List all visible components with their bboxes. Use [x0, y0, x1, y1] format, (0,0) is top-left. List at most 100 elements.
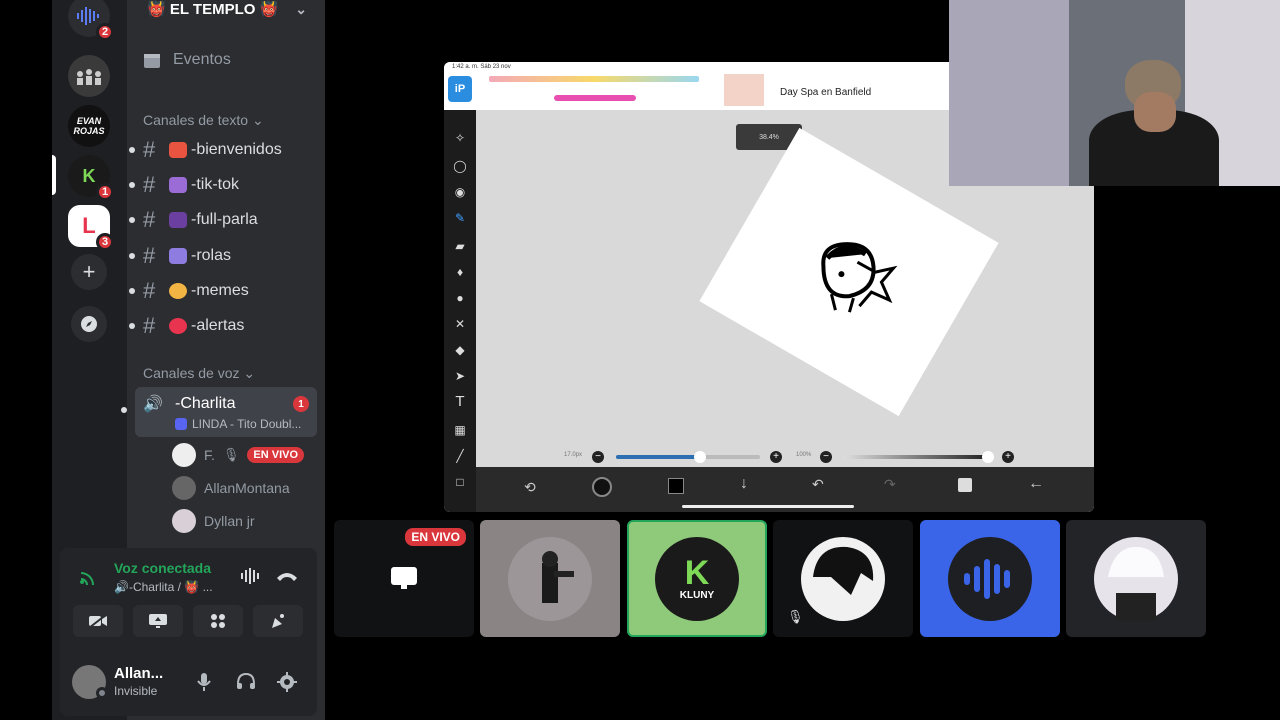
disconnect-icon[interactable]	[276, 570, 298, 582]
share-screen-button[interactable]	[133, 605, 183, 637]
tile-waves[interactable]	[920, 520, 1060, 637]
unread-dot	[129, 323, 135, 329]
filter-icon[interactable]: ◉	[452, 184, 468, 200]
move-icon[interactable]: ➤	[452, 368, 468, 384]
canvas-icon[interactable]: □	[452, 474, 468, 490]
magic-wand-icon[interactable]: ✧	[452, 130, 468, 146]
channel-bienvenidos[interactable]: # -bienvenidos	[129, 134, 317, 166]
activities-icon	[211, 614, 225, 628]
undo-icon[interactable]: ↶	[812, 476, 824, 493]
tile-dyllan[interactable]	[1066, 520, 1206, 637]
unread-dot	[129, 182, 135, 188]
text-tool-icon[interactable]: T	[452, 394, 468, 410]
hash-icon: #	[143, 172, 156, 197]
minus-icon[interactable]: −	[820, 451, 832, 463]
ad-button[interactable]	[554, 95, 636, 101]
webcam-background	[949, 0, 1069, 186]
camera-off-button[interactable]	[73, 605, 123, 637]
tile-f[interactable]: 🎙	[773, 520, 913, 637]
speaker-icon: 🔊	[143, 396, 163, 413]
brush-size-slider[interactable]	[616, 451, 760, 463]
voice-user-f[interactable]: F. 🎙 EN VIVO	[172, 441, 305, 469]
layers-icon[interactable]	[958, 478, 972, 492]
channel-label: -memes	[191, 282, 249, 299]
channel-rolas[interactable]: # -rolas	[129, 240, 317, 272]
channel-alertas[interactable]: # -alertas	[129, 310, 317, 342]
voice-user-name: F.	[204, 447, 215, 463]
channel-label: -bienvenidos	[191, 141, 282, 158]
settings-gear-icon[interactable]	[277, 672, 297, 692]
character-sketch	[821, 242, 898, 313]
channel-tik-tok[interactable]: # -tik-tok	[129, 169, 317, 201]
voice-status[interactable]: Voz conectada	[114, 560, 211, 576]
server-icon-evan-rojas[interactable]: EVAN ROJAS	[68, 105, 110, 147]
channel-label: -alertas	[191, 317, 245, 334]
voice-channel-charlita[interactable]: 🔊 -Charlita 1 LINDA - Tito Doubl...	[121, 387, 317, 437]
server-name[interactable]: 👹 EL TEMPLO 👹 ⌄	[127, 0, 325, 19]
eraser-icon[interactable]: ▰	[452, 238, 468, 254]
lasso-icon[interactable]: ◯	[452, 158, 468, 174]
arrow-down-icon[interactable]: ↓	[740, 475, 748, 493]
transform-icon[interactable]: ⟲	[524, 479, 536, 496]
signal-icon[interactable]	[80, 568, 98, 586]
blur-icon[interactable]: ●	[452, 290, 468, 306]
live-badge: EN VIVO	[405, 528, 466, 546]
voice-user-allanmontana[interactable]: AllanMontana	[172, 474, 290, 502]
emoji-icon	[169, 248, 187, 264]
headphones-icon[interactable]	[236, 672, 256, 690]
special-icon[interactable]: ✕	[452, 316, 468, 332]
tile-allanmontana[interactable]	[480, 520, 620, 637]
server-icon-kluny[interactable]: K 1	[68, 155, 114, 201]
noise-suppression-icon[interactable]	[240, 568, 260, 584]
smudge-icon[interactable]: ♦	[452, 264, 468, 280]
back-arrow-icon[interactable]: ←	[1028, 475, 1044, 493]
tile-screen[interactable]: EN VIVO	[334, 520, 474, 637]
voice-channel-link[interactable]: 🔊-Charlita / 👹 ...	[114, 580, 213, 594]
server-icon-l[interactable]: L 3	[68, 205, 114, 251]
ibis-toolbar: ✧ ◯ ◉ ✎ ▰ ♦ ● ✕ ◆ ➤ T ▦ ╱ □	[444, 110, 476, 512]
brush-icon[interactable]: ✎	[452, 210, 468, 226]
voice-user-dyllan[interactable]: Dyllan jr	[172, 507, 255, 535]
explore-icon[interactable]	[71, 306, 107, 342]
frame-icon[interactable]: ▦	[452, 422, 468, 438]
channel-memes[interactable]: # -memes	[129, 275, 317, 307]
plus-icon[interactable]: +	[770, 451, 782, 463]
hash-icon: #	[143, 243, 156, 268]
chevron-down-icon[interactable]: ⌄	[295, 1, 307, 18]
color-swatch[interactable]	[668, 478, 684, 494]
emoji-icon	[169, 212, 187, 228]
slider-thumb[interactable]	[982, 451, 994, 463]
channel-label: -rolas	[191, 247, 232, 264]
microphone-icon[interactable]	[197, 672, 211, 692]
fill-icon[interactable]: ◆	[452, 342, 468, 358]
slider-thumb[interactable]	[694, 451, 706, 463]
voice-channel-badge: 1	[293, 396, 309, 412]
plus-icon[interactable]: +	[1002, 451, 1014, 463]
screen-icon	[391, 566, 417, 589]
server-icon-waves[interactable]: 2	[68, 0, 114, 41]
tile-kluny[interactable]: K KLUNY	[627, 520, 767, 637]
live-badge: EN VIVO	[247, 447, 305, 463]
server-icon-group[interactable]	[68, 55, 110, 97]
ad-title[interactable]: Day Spa en Banfield	[780, 87, 871, 98]
unread-dot	[129, 253, 135, 259]
activities-button[interactable]	[193, 605, 243, 637]
avatar	[172, 476, 196, 500]
user-name[interactable]: Allan...	[114, 665, 163, 682]
soundboard-button[interactable]	[253, 605, 303, 637]
voice-category[interactable]: Canales de voz ⌄	[143, 365, 255, 382]
events-item[interactable]: Eventos	[135, 44, 317, 76]
screen-share-icon	[149, 614, 167, 628]
ruler-icon[interactable]: ╱	[452, 448, 468, 464]
brush-preview-icon[interactable]	[592, 477, 612, 497]
channel-full-parla[interactable]: # -full-parla	[129, 204, 317, 236]
avatar	[172, 509, 196, 533]
server-badge: 1	[96, 183, 114, 201]
minus-icon[interactable]: −	[592, 451, 604, 463]
activity-icon	[175, 418, 187, 430]
user-status: Invisible	[114, 684, 158, 698]
redo-icon[interactable]: ↷	[884, 476, 896, 493]
text-category[interactable]: Canales de texto ⌄	[143, 112, 264, 129]
opacity-slider[interactable]	[844, 451, 994, 463]
add-server-icon[interactable]: +	[71, 254, 107, 290]
